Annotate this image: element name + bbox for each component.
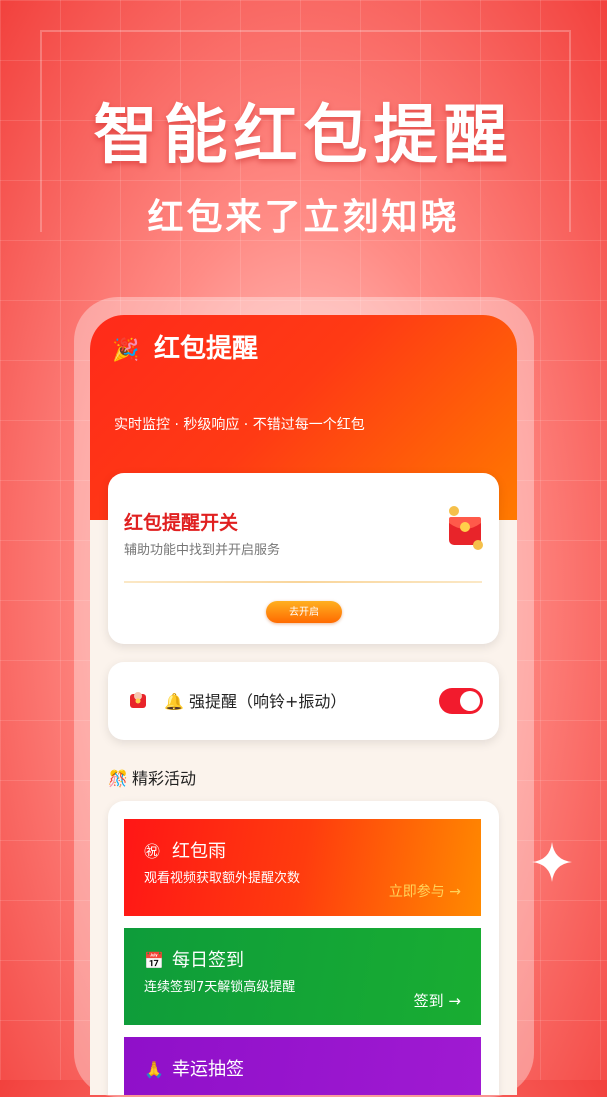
activity-title: 📅 每日签到 — [144, 946, 244, 972]
congrats-icon: ㊗ — [144, 842, 161, 861]
calendar-icon: 📅 — [144, 951, 164, 970]
hero-title: 智能红包提醒 — [93, 99, 514, 173]
activity-card-lucky-draw[interactable]: 🙏 幸运抽签 — [124, 1037, 481, 1095]
sparkle-icon — [532, 842, 572, 882]
app-screen: 🎉 红包提醒 实时监控 · 秒级响应 · 不错过每一个红包 红包提醒开关 辅助功能… — [90, 315, 517, 1095]
red-envelope-icon — [445, 503, 485, 553]
activity-card-red-packet-rain[interactable]: ㊗红包雨 观看视频获取额外提醒次数 立即参与 → — [124, 819, 481, 916]
strong-alert-card: 🔔 强提醒（响铃+振动） — [108, 662, 499, 740]
activity-title-text: 幸运抽签 — [172, 1059, 244, 1080]
praying-hands-icon: 🙏 — [144, 1060, 164, 1079]
app-title-text: 红包提醒 — [154, 334, 259, 364]
divider — [124, 581, 482, 583]
strong-alert-toggle[interactable] — [439, 688, 483, 714]
activity-title: 🙏 幸运抽签 — [144, 1055, 244, 1081]
switch-card-description: 辅助功能中找到并开启服务 — [124, 543, 281, 558]
activities-list: ㊗红包雨 观看视频获取额外提醒次数 立即参与 → 📅 每日签到 连续签到7天解锁高… — [108, 801, 499, 1095]
enable-service-button[interactable]: 去开启 — [266, 601, 342, 623]
app-title: 🎉 红包提醒 — [112, 331, 282, 369]
switch-card-title: 红包提醒开关 — [124, 512, 239, 534]
join-now-link[interactable]: 立即参与 → — [389, 881, 461, 901]
activity-card-daily-checkin[interactable]: 📅 每日签到 连续签到7天解锁高级提醒 签到 → — [124, 928, 481, 1025]
app-tagline: 实时监控 · 秒级响应 · 不错过每一个红包 — [114, 417, 365, 433]
toggle-knob — [460, 691, 480, 711]
confetti-icon: 🎊 — [108, 769, 128, 788]
hero-subtitle: 红包来了立刻知晓 — [147, 197, 460, 238]
activity-description: 观看视频获取额外提醒次数 — [144, 871, 301, 886]
activity-title-text: 红包雨 — [172, 841, 226, 862]
activities-section-label: 精彩活动 — [132, 769, 197, 788]
strong-alert-label: 🔔 强提醒（响铃+振动） — [164, 692, 347, 711]
checkin-link[interactable]: 签到 → — [414, 990, 461, 1011]
activity-title: ㊗红包雨 — [144, 837, 226, 863]
reminder-switch-card: 红包提醒开关 辅助功能中找到并开启服务 去开启 — [108, 473, 499, 644]
activity-description: 连续签到7天解锁高级提醒 — [144, 980, 296, 995]
activities-section-title: 🎊 精彩活动 — [108, 765, 196, 789]
party-popper-icon: 🎉 — [112, 338, 140, 363]
activity-title-text: 每日签到 — [172, 950, 244, 971]
envelope-avatar-icon — [126, 689, 150, 713]
